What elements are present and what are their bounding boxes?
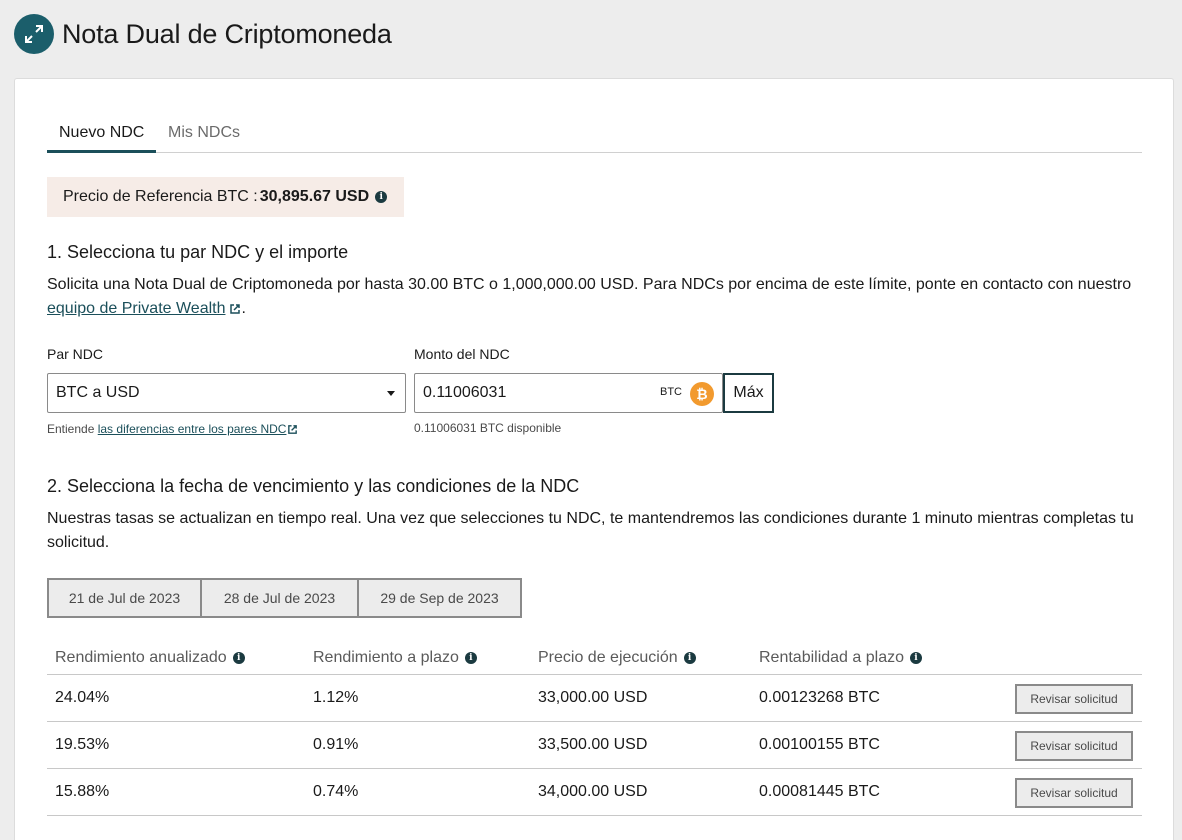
tab-mis-ndcs[interactable]: Mis NDCs: [168, 124, 240, 153]
chevron-down-icon: [387, 391, 395, 396]
cell-profit: 0.00081445 BTC: [759, 783, 880, 800]
cell-strike: 33,000.00 USD: [538, 689, 648, 706]
page-header: Nota Dual de Criptomoneda: [14, 14, 392, 54]
pair-help: Entiende las diferencias entre los pares…: [47, 422, 298, 436]
amount-unit: BTC: [660, 386, 682, 398]
reference-price-value: 30,895.67 USD: [259, 188, 370, 205]
tab-nuevo-ndc[interactable]: Nuevo NDC: [47, 124, 156, 153]
header-strike-price: Precio de ejecución i: [538, 649, 696, 667]
table-header: Rendimiento anualizado i Rendimiento a pl…: [47, 643, 1142, 675]
section1-text: Solicita una Nota Dual de Criptomoneda p…: [47, 273, 1147, 321]
pair-label: Par NDC: [47, 346, 104, 362]
pair-select[interactable]: BTC a USD: [47, 373, 406, 413]
cell-strike: 33,500.00 USD: [538, 736, 648, 753]
date-tab-2[interactable]: 28 de Jul de 2023: [200, 578, 359, 618]
section1-period: .: [241, 300, 246, 317]
header-term-yield: Rendimiento a plazo i: [313, 649, 477, 667]
cell-strike: 34,000.00 USD: [538, 783, 648, 800]
cell-annual: 15.88%: [55, 783, 110, 800]
info-icon[interactable]: i: [375, 191, 388, 203]
header-annual-yield: Rendimiento anualizado i: [55, 649, 245, 667]
section2-text: Nuestras tasas se actualizan en tiempo r…: [47, 510, 1134, 551]
cell-profit: 0.00100155 BTC: [759, 736, 880, 753]
date-tab-3[interactable]: 29 de Sep de 2023: [357, 578, 522, 618]
pair-select-value: BTC a USD: [56, 384, 140, 401]
date-tab-1[interactable]: 21 de Jul de 2023: [47, 578, 202, 618]
cell-annual: 24.04%: [55, 689, 110, 706]
reference-price-label: Precio de Referencia BTC :: [63, 188, 258, 205]
cell-term: 0.74%: [313, 783, 359, 800]
pair-help-prefix: Entiende: [47, 422, 95, 436]
review-request-button[interactable]: Revisar solicitud: [1015, 684, 1133, 714]
page-title: Nota Dual de Criptomoneda: [62, 18, 392, 49]
private-wealth-link[interactable]: equipo de Private Wealth: [47, 300, 225, 317]
info-icon[interactable]: i: [464, 652, 477, 664]
info-icon[interactable]: i: [232, 652, 245, 664]
max-button[interactable]: Máx: [723, 373, 774, 413]
tab-bar: Nuevo NDC Mis NDCs: [47, 119, 1142, 153]
section1-title: 1. Selecciona tu par NDC y el importe: [47, 242, 349, 262]
amount-value: 0.11006031: [423, 384, 507, 401]
available-balance: 0.11006031 BTC disponible: [414, 421, 562, 435]
cell-annual: 19.53%: [55, 736, 110, 753]
maturity-date-tabs: 21 de Jul de 2023 28 de Jul de 2023 29 d…: [47, 578, 522, 618]
ndc-card: Nuevo NDC Mis NDCs Precio de Referencia …: [14, 78, 1174, 840]
external-link-icon: [230, 304, 241, 314]
expand-arrows-icon: [14, 14, 54, 54]
table-row: 24.04% 1.12% 33,000.00 USD 0.00123268 BT…: [47, 675, 1142, 722]
table-row: 19.53% 0.91% 33,500.00 USD 0.00100155 BT…: [47, 722, 1142, 769]
info-icon[interactable]: i: [683, 652, 696, 664]
header-term-profit: Rentabilidad a plazo i: [759, 649, 922, 667]
pair-differences-link[interactable]: las diferencias entre los pares NDC: [98, 422, 287, 436]
review-request-button[interactable]: Revisar solicitud: [1015, 778, 1133, 808]
cell-profit: 0.00123268 BTC: [759, 689, 880, 706]
amount-label: Monto del NDC: [414, 346, 510, 362]
table-row: 15.88% 0.74% 34,000.00 USD 0.00081445 BT…: [47, 769, 1142, 816]
cell-term: 0.91%: [313, 736, 359, 753]
external-link-icon: [288, 425, 298, 435]
info-icon[interactable]: i: [910, 652, 922, 664]
ndc-conditions-table: Rendimiento anualizado i Rendimiento a pl…: [47, 643, 1142, 816]
cell-term: 1.12%: [313, 689, 359, 706]
section2-title: 2. Selecciona la fecha de vencimiento y …: [47, 476, 580, 496]
section1-description: Solicita una Nota Dual de Criptomoneda p…: [47, 276, 1132, 293]
amount-input[interactable]: 0.11006031 BTC ₿: [414, 373, 723, 413]
reference-price-banner: Precio de Referencia BTC : 30,895.67 USD…: [47, 177, 404, 217]
bitcoin-icon: ₿: [690, 382, 714, 406]
review-request-button[interactable]: Revisar solicitud: [1015, 731, 1133, 761]
